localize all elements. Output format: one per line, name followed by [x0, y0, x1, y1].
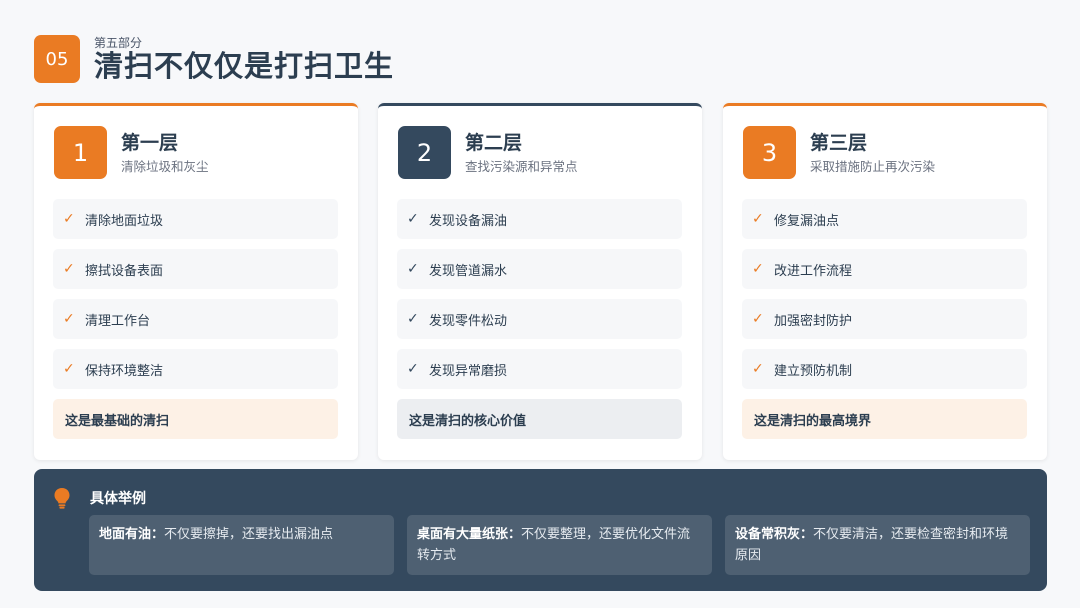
example-text: 不仅要擦掉，还要找出漏油点: [164, 527, 334, 542]
layer-number-badge: 1: [54, 126, 107, 179]
list-item: ✓ 修复漏油点: [742, 199, 1027, 239]
list-item: ✓ 发现零件松动: [397, 299, 682, 339]
check-icon: ✓: [407, 211, 419, 227]
layer-item-list: ✓ 发现设备漏油 ✓ 发现管道漏水 ✓ 发现零件松动 ✓ 发现异常磨损 这是清扫的核心价…: [397, 199, 682, 439]
layer-summary: 这是清扫的核心价值: [397, 399, 682, 439]
layer-title: 第二层: [465, 131, 523, 154]
layer-cards: 1 第一层 清除垃圾和灰尘 ✓ 清除地面垃圾 ✓ 擦拭设备表面 ✓ 清理工作台 ✓ 保持…: [34, 103, 1047, 460]
section-number-badge: 05: [34, 35, 80, 83]
list-item: ✓ 清除地面垃圾: [53, 199, 338, 239]
layer-summary: 这是最基础的清扫: [53, 399, 338, 439]
examples-panel: 具体举例 地面有油：不仅要擦掉，还要找出漏油点 桌面有大量纸张：不仅要整理，还要…: [34, 469, 1047, 591]
layer-item-list: ✓ 清除地面垃圾 ✓ 擦拭设备表面 ✓ 清理工作台 ✓ 保持环境整洁 这是最基础的清扫: [53, 199, 338, 439]
layer-title: 第一层: [121, 131, 179, 154]
list-item-label: 发现设备漏油: [429, 213, 508, 229]
card-header: 1 第一层 清除垃圾和灰尘: [54, 126, 209, 179]
check-icon: ✓: [752, 311, 764, 327]
list-item-label: 建立预防机制: [774, 363, 853, 379]
check-icon: ✓: [407, 261, 419, 277]
list-item-label: 保持环境整洁: [85, 363, 164, 379]
list-item-label: 发现异常磨损: [429, 363, 508, 379]
layer-subtitle: 清除垃圾和灰尘: [121, 158, 209, 174]
layer-subtitle: 查找污染源和异常点: [465, 158, 578, 174]
layer-item-list: ✓ 修复漏油点 ✓ 改进工作流程 ✓ 加强密封防护 ✓ 建立预防机制 这是清扫的最高境界: [742, 199, 1027, 439]
example-key: 地面有油：: [99, 527, 165, 542]
list-item: ✓ 改进工作流程: [742, 249, 1027, 289]
list-item: ✓ 加强密封防护: [742, 299, 1027, 339]
check-icon: ✓: [63, 211, 75, 227]
header-text: 第五部分 清扫不仅仅是打扫卫生: [94, 34, 494, 84]
layer-number-badge: 3: [743, 126, 796, 179]
lightbulb-icon: [53, 487, 71, 509]
list-item-label: 清除地面垃圾: [85, 213, 164, 229]
list-item-label: 加强密封防护: [774, 313, 853, 329]
layer-summary: 这是清扫的最高境界: [742, 399, 1027, 439]
check-icon: ✓: [752, 361, 764, 377]
list-item: ✓ 发现设备漏油: [397, 199, 682, 239]
layer-subtitle: 采取措施防止再次污染: [810, 158, 936, 174]
page-title: 清扫不仅仅是打扫卫生: [94, 49, 395, 83]
check-icon: ✓: [63, 261, 75, 277]
list-item: ✓ 擦拭设备表面: [53, 249, 338, 289]
check-icon: ✓: [63, 311, 75, 327]
check-icon: ✓: [752, 261, 764, 277]
layer-card-1: 1 第一层 清除垃圾和灰尘 ✓ 清除地面垃圾 ✓ 擦拭设备表面 ✓ 清理工作台 ✓ 保持…: [34, 103, 358, 460]
card-header: 3 第三层 采取措施防止再次污染: [743, 126, 935, 179]
example-key: 设备常积灰：: [735, 527, 814, 542]
check-icon: ✓: [63, 361, 75, 377]
list-item: ✓ 保持环境整洁: [53, 349, 338, 389]
check-icon: ✓: [407, 361, 419, 377]
card-header: 2 第二层 查找污染源和异常点: [398, 126, 578, 179]
list-item-label: 清理工作台: [85, 313, 151, 329]
examples-title: 具体举例: [90, 491, 146, 507]
list-item: ✓ 清理工作台: [53, 299, 338, 339]
list-item: ✓ 发现异常磨损: [397, 349, 682, 389]
list-item: ✓ 建立预防机制: [742, 349, 1027, 389]
example-box-2: 桌面有大量纸张：不仅要整理，还要优化文件流转方式: [407, 515, 712, 575]
examples-header: 具体举例: [53, 487, 146, 509]
layer-title: 第三层: [810, 131, 868, 154]
check-icon: ✓: [752, 211, 764, 227]
list-item-label: 修复漏油点: [774, 213, 840, 229]
list-item-label: 擦拭设备表面: [85, 263, 164, 279]
example-box-1: 地面有油：不仅要擦掉，还要找出漏油点: [89, 515, 394, 575]
layer-card-3: 3 第三层 采取措施防止再次污染 ✓ 修复漏油点 ✓ 改进工作流程 ✓ 加强密封防护 …: [723, 103, 1047, 460]
list-item-label: 发现零件松动: [429, 313, 508, 329]
list-item-label: 发现管道漏水: [429, 263, 508, 279]
layer-number-badge: 2: [398, 126, 451, 179]
slide-header: 05 第五部分 清扫不仅仅是打扫卫生: [34, 34, 494, 84]
check-icon: ✓: [407, 311, 419, 327]
list-item-label: 改进工作流程: [774, 263, 853, 279]
example-box-3: 设备常积灰：不仅要清洁，还要检查密封和环境原因: [725, 515, 1030, 575]
example-key: 桌面有大量纸张：: [417, 527, 522, 542]
layer-card-2: 2 第二层 查找污染源和异常点 ✓ 发现设备漏油 ✓ 发现管道漏水 ✓ 发现零件松动 …: [378, 103, 702, 460]
list-item: ✓ 发现管道漏水: [397, 249, 682, 289]
